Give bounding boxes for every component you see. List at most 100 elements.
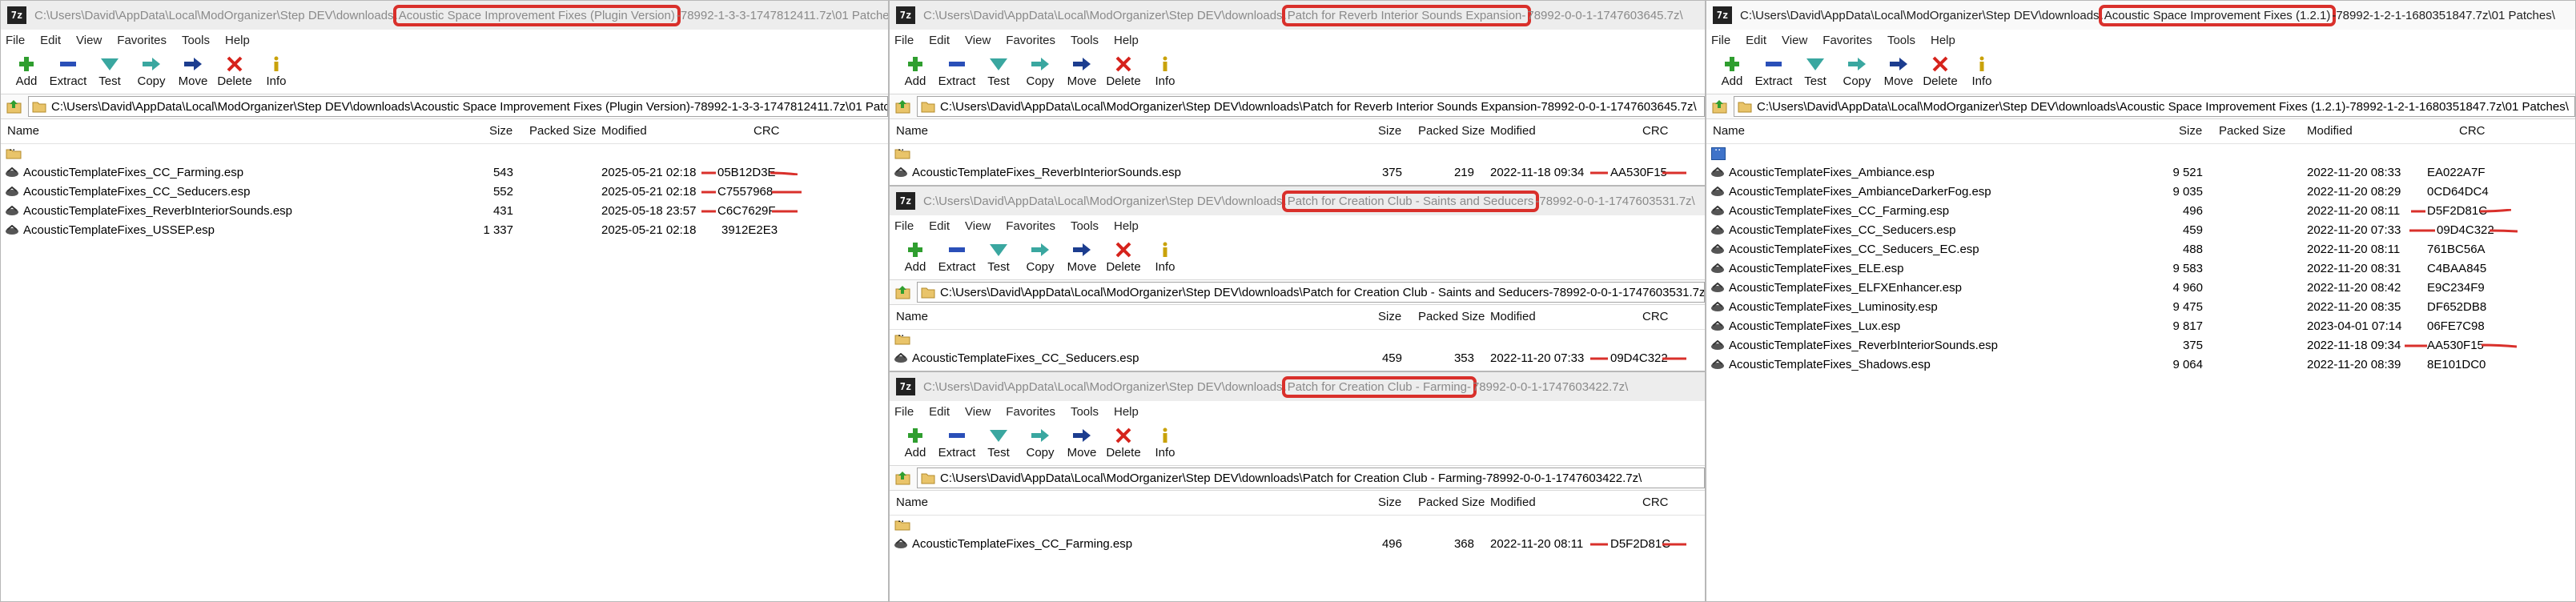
delete-button[interactable]: Delete: [1103, 427, 1144, 460]
column-modified[interactable]: Modified: [601, 119, 647, 143]
delete-button[interactable]: Delete: [1103, 55, 1144, 88]
title-bar[interactable]: 7z C:\Users\David\AppData\Local\ModOrgan…: [890, 187, 1705, 215]
add-button[interactable]: Add: [6, 55, 47, 88]
copy-button[interactable]: Copy: [1019, 427, 1061, 460]
menu-file[interactable]: File: [1711, 34, 1730, 47]
address-field[interactable]: C:\Users\David\AppData\Local\ModOrganize…: [28, 96, 888, 117]
menu-favorites[interactable]: Favorites: [117, 34, 167, 47]
test-button[interactable]: Test: [978, 427, 1019, 460]
menu-help[interactable]: Help: [1114, 34, 1139, 47]
column-packed-size[interactable]: Packed Size: [1418, 119, 1485, 143]
move-button[interactable]: Move: [1061, 55, 1103, 88]
move-button[interactable]: Move: [1061, 241, 1103, 274]
menu-help[interactable]: Help: [1931, 34, 1955, 47]
file-row[interactable]: AcousticTemplateFixes_CC_Seducers_EC.esp…: [1706, 240, 2575, 259]
menu-tools[interactable]: Tools: [1071, 34, 1099, 47]
menu-tools[interactable]: Tools: [1071, 219, 1099, 233]
menu-view[interactable]: View: [965, 405, 991, 419]
column-crc[interactable]: CRC: [1642, 491, 1669, 515]
address-field[interactable]: C:\Users\David\AppData\Local\ModOrganize…: [917, 468, 1705, 488]
column-packed-size[interactable]: Packed Size: [1418, 305, 1485, 329]
menu-favorites[interactable]: Favorites: [1006, 219, 1055, 233]
file-row[interactable]: AcousticTemplateFixes_ELE.esp 9 583 2022…: [1706, 259, 2575, 279]
menu-tools[interactable]: Tools: [182, 34, 210, 47]
column-crc[interactable]: CRC: [754, 119, 780, 143]
menu-favorites[interactable]: Favorites: [1822, 34, 1872, 47]
move-button[interactable]: Move: [1061, 427, 1103, 460]
archive-window-saints-and-seducers[interactable]: 7z C:\Users\David\AppData\Local\ModOrgan…: [889, 186, 1706, 371]
column-size[interactable]: Size: [1378, 119, 1401, 143]
copy-button[interactable]: Copy: [1836, 55, 1878, 88]
column-packed-size[interactable]: Packed Size: [1418, 491, 1485, 515]
address-field[interactable]: C:\Users\David\AppData\Local\ModOrganize…: [917, 96, 1705, 117]
add-button[interactable]: Add: [1711, 55, 1753, 88]
extract-button[interactable]: Extract: [936, 427, 978, 460]
folder-up-icon[interactable]: [894, 284, 912, 300]
address-field[interactable]: C:\Users\David\AppData\Local\ModOrganize…: [1734, 96, 2575, 117]
folder-up-icon[interactable]: [894, 98, 912, 114]
file-row[interactable]: AcousticTemplateFixes_ReverbInteriorSoun…: [1706, 336, 2575, 355]
extract-button[interactable]: Extract: [1753, 55, 1794, 88]
menu-file[interactable]: File: [894, 219, 914, 233]
address-field[interactable]: C:\Users\David\AppData\Local\ModOrganize…: [917, 282, 1705, 303]
folder-up-icon[interactable]: [6, 98, 23, 114]
add-button[interactable]: Add: [894, 55, 936, 88]
add-button[interactable]: Add: [894, 427, 936, 460]
file-row[interactable]: AcousticTemplateFixes_ELFXEnhancer.esp 4…: [1706, 279, 2575, 298]
column-packed-size[interactable]: Packed Size: [2219, 119, 2285, 143]
menu-view[interactable]: View: [965, 219, 991, 233]
folder-up-icon[interactable]: [1711, 98, 1729, 114]
parent-folder-row[interactable]: ..: [890, 512, 1705, 535]
menu-help[interactable]: Help: [225, 34, 250, 47]
title-bar[interactable]: 7z C:\Users\David\AppData\Local\ModOrgan…: [890, 1, 1705, 30]
file-row[interactable]: AcousticTemplateFixes_Lux.esp 9 817 2023…: [1706, 317, 2575, 336]
column-modified[interactable]: Modified: [1490, 119, 1536, 143]
file-row[interactable]: AcousticTemplateFixes_Shadows.esp 9 064 …: [1706, 355, 2575, 375]
archive-window-reverb-interior[interactable]: 7z C:\Users\David\AppData\Local\ModOrgan…: [889, 0, 1706, 186]
delete-button[interactable]: Delete: [1919, 55, 1961, 88]
archive-window-version-1-2-1[interactable]: 7z C:\Users\David\AppData\Local\ModOrgan…: [1706, 0, 2576, 602]
title-bar[interactable]: 7z C:\Users\David\AppData\Local\ModOrgan…: [1, 1, 888, 30]
menu-edit[interactable]: Edit: [929, 219, 950, 233]
file-row[interactable]: AcousticTemplateFixes_ReverbInteriorSoun…: [890, 163, 1705, 183]
file-row[interactable]: AcousticTemplateFixes_Luminosity.esp 9 4…: [1706, 298, 2575, 317]
file-row[interactable]: AcousticTemplateFixes_CC_Seducers.esp 55…: [1, 183, 888, 202]
file-row[interactable]: AcousticTemplateFixes_CC_Farming.esp 496…: [1706, 202, 2575, 221]
menu-file[interactable]: File: [894, 34, 914, 47]
parent-folder-row[interactable]: ..: [890, 140, 1705, 163]
parent-folder-row[interactable]: ..: [1706, 140, 2575, 163]
parent-folder-row[interactable]: ..: [1, 140, 888, 163]
archive-window-plugin-version[interactable]: 7z C:\Users\David\AppData\Local\ModOrgan…: [0, 0, 889, 602]
copy-button[interactable]: Copy: [131, 55, 172, 88]
column-size[interactable]: Size: [1378, 305, 1401, 329]
menu-favorites[interactable]: Favorites: [1006, 405, 1055, 419]
extract-button[interactable]: Extract: [936, 241, 978, 274]
file-row[interactable]: AcousticTemplateFixes_CC_Seducers.esp 45…: [1706, 221, 2575, 240]
extract-button[interactable]: Extract: [936, 55, 978, 88]
info-button[interactable]: Info: [255, 55, 297, 88]
menu-view[interactable]: View: [76, 34, 102, 47]
column-crc[interactable]: CRC: [2459, 119, 2486, 143]
column-crc[interactable]: CRC: [1642, 119, 1669, 143]
column-size[interactable]: Size: [2179, 119, 2202, 143]
folder-up-icon[interactable]: [894, 470, 912, 486]
copy-button[interactable]: Copy: [1019, 55, 1061, 88]
menu-file[interactable]: File: [6, 34, 25, 47]
column-size[interactable]: Size: [1378, 491, 1401, 515]
menu-edit[interactable]: Edit: [929, 34, 950, 47]
test-button[interactable]: Test: [1794, 55, 1836, 88]
test-button[interactable]: Test: [89, 55, 131, 88]
info-button[interactable]: Info: [1961, 55, 2003, 88]
menu-help[interactable]: Help: [1114, 219, 1139, 233]
title-bar[interactable]: 7z C:\Users\David\AppData\Local\ModOrgan…: [890, 372, 1705, 401]
file-row[interactable]: AcousticTemplateFixes_CC_Farming.esp 543…: [1, 163, 888, 183]
column-modified[interactable]: Modified: [1490, 305, 1536, 329]
file-row[interactable]: AcousticTemplateFixes_ReverbInteriorSoun…: [1, 202, 888, 221]
extract-button[interactable]: Extract: [47, 55, 89, 88]
add-button[interactable]: Add: [894, 241, 936, 274]
file-row[interactable]: AcousticTemplateFixes_AmbianceDarkerFog.…: [1706, 183, 2575, 202]
menu-file[interactable]: File: [894, 405, 914, 419]
column-size[interactable]: Size: [489, 119, 512, 143]
delete-button[interactable]: Delete: [1103, 241, 1144, 274]
archive-window-farming[interactable]: 7z C:\Users\David\AppData\Local\ModOrgan…: [889, 371, 1706, 602]
